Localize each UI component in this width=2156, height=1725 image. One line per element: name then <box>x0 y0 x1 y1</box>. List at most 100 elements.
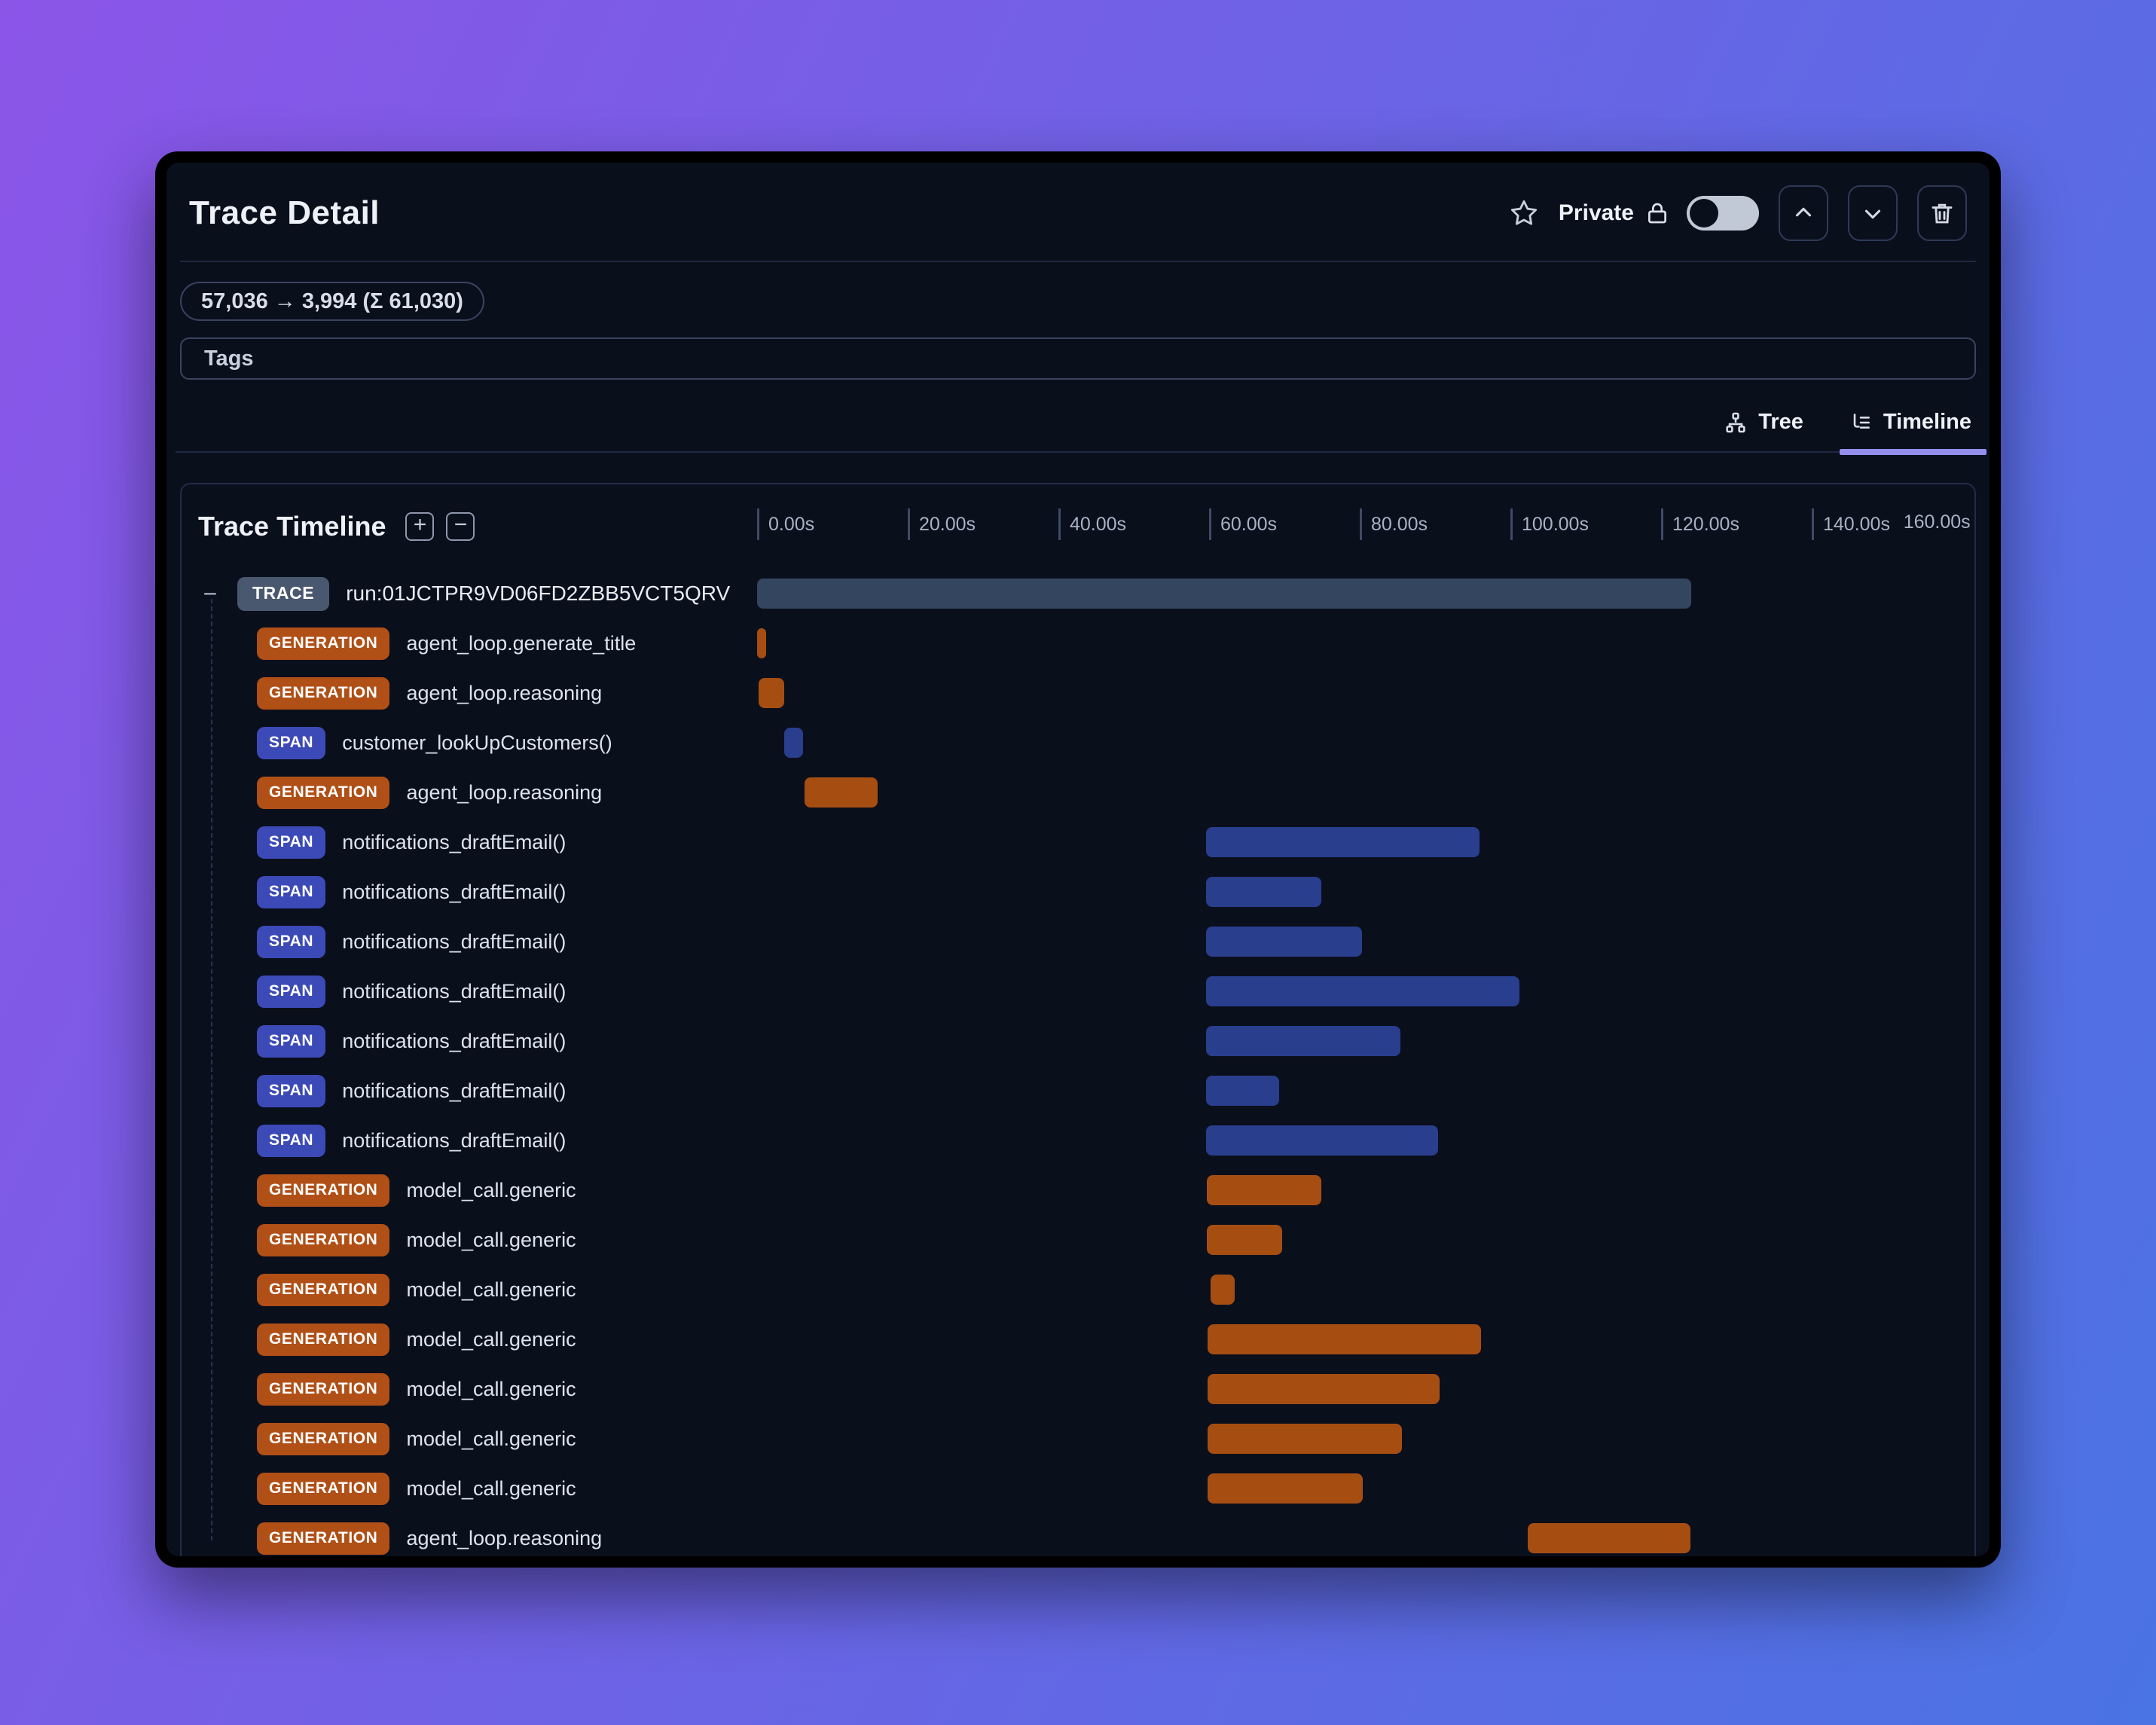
row-label-group: GENERATION model_call.generic <box>257 1364 576 1414</box>
plus-square-icon: + <box>413 512 427 537</box>
row-type-badge: SPAN <box>257 975 326 1008</box>
duration-bar[interactable] <box>1208 1424 1402 1454</box>
timeline-row[interactable]: SPAN notifications_draftEmail() <box>182 1066 1974 1116</box>
duration-bar[interactable] <box>805 777 878 808</box>
duration-bar[interactable] <box>1207 1225 1282 1255</box>
timeline-row[interactable]: SPAN notifications_draftEmail() <box>182 966 1974 1016</box>
timeline-card-header: Trace Timeline + − 160.00s 0.00s 20.00s … <box>182 484 1974 569</box>
row-track <box>757 1125 1962 1156</box>
row-label-group: SPAN notifications_draftEmail() <box>257 917 566 966</box>
axis-tick: 20.00s <box>908 508 976 540</box>
row-type-badge: SPAN <box>257 925 326 958</box>
row-track <box>757 927 1962 957</box>
row-type-badge: SPAN <box>257 726 326 759</box>
timeline-row[interactable]: SPAN notifications_draftEmail() <box>182 867 1974 917</box>
row-name: model_call.generic <box>406 1327 576 1351</box>
row-name: customer_lookUpCustomers() <box>342 731 612 754</box>
timeline-row[interactable]: − TRACE run:01JCTPR9VD06FD2ZBB5VCT5QRV <box>182 569 1974 618</box>
trace-detail-window: Trace Detail Private 57,036 → 3,994 (Σ 6… <box>155 151 2001 1568</box>
row-label-group: GENERATION model_call.generic <box>257 1314 576 1364</box>
privacy-toggle[interactable] <box>1687 196 1759 231</box>
tab-tree[interactable]: Tree <box>1719 399 1808 451</box>
tick-mark <box>1510 508 1513 540</box>
row-track <box>757 976 1962 1006</box>
tick-label: 120.00s <box>1672 513 1739 535</box>
row-type-badge: GENERATION <box>257 1422 390 1455</box>
row-name: notifications_draftEmail() <box>342 1029 566 1052</box>
timeline-row[interactable]: SPAN notifications_draftEmail() <box>182 917 1974 966</box>
tick-label: 0.00s <box>768 513 815 535</box>
row-label-group: GENERATION model_call.generic <box>257 1215 576 1265</box>
timeline-row[interactable]: GENERATION agent_loop.reasoning <box>182 1513 1974 1556</box>
row-track <box>757 827 1962 857</box>
timeline-row[interactable]: GENERATION model_call.generic <box>182 1165 1974 1215</box>
row-label-group: GENERATION model_call.generic <box>257 1464 576 1513</box>
duration-bar[interactable] <box>759 678 784 708</box>
star-icon <box>1509 198 1539 228</box>
duration-bar[interactable] <box>1206 1026 1400 1056</box>
timeline-row[interactable]: SPAN notifications_draftEmail() <box>182 1116 1974 1165</box>
timeline-row[interactable]: GENERATION model_call.generic <box>182 1414 1974 1464</box>
row-type-badge: GENERATION <box>257 1273 390 1306</box>
duration-bar[interactable] <box>784 728 803 758</box>
row-track <box>757 579 1962 609</box>
timeline-row[interactable]: GENERATION agent_loop.reasoning <box>182 768 1974 817</box>
duration-bar[interactable] <box>1206 1076 1279 1106</box>
timeline-row[interactable]: SPAN notifications_draftEmail() <box>182 1016 1974 1066</box>
collapse-up-button[interactable] <box>1779 185 1828 241</box>
duration-bar[interactable] <box>1206 927 1362 957</box>
tick-label: 140.00s <box>1823 513 1890 535</box>
row-track <box>757 877 1962 907</box>
duration-bar[interactable] <box>1208 1324 1481 1354</box>
row-name: model_call.generic <box>406 1377 576 1400</box>
trash-icon <box>1928 200 1956 227</box>
axis-tick: 40.00s <box>1058 508 1126 540</box>
tab-tree-label: Tree <box>1758 410 1803 434</box>
timeline-row[interactable]: GENERATION model_call.generic <box>182 1364 1974 1414</box>
token-usage-badge: 57,036 → 3,994 (Σ 61,030) <box>180 282 484 321</box>
timeline-row[interactable]: GENERATION agent_loop.generate_title <box>182 618 1974 668</box>
tags-input[interactable]: Tags <box>180 337 1976 380</box>
duration-bar[interactable] <box>1211 1275 1235 1305</box>
duration-bar[interactable] <box>1206 877 1321 907</box>
tab-timeline[interactable]: Timeline <box>1839 399 1987 455</box>
row-track <box>757 1424 1962 1454</box>
header-controls: Private <box>1509 185 1967 241</box>
timeline-row[interactable]: SPAN customer_lookUpCustomers() <box>182 718 1974 768</box>
timeline-row[interactable]: GENERATION model_call.generic <box>182 1265 1974 1314</box>
duration-bar[interactable] <box>1206 827 1480 857</box>
row-type-badge: GENERATION <box>257 1323 390 1356</box>
duration-bar[interactable] <box>1206 1125 1438 1156</box>
timeline-row[interactable]: GENERATION agent_loop.reasoning <box>182 668 1974 718</box>
duration-bar[interactable] <box>1208 1473 1363 1504</box>
row-label-group: GENERATION model_call.generic <box>257 1265 576 1314</box>
row-name: model_call.generic <box>406 1476 576 1500</box>
collapse-all-button[interactable]: − <box>446 512 475 541</box>
duration-bar[interactable] <box>757 579 1691 609</box>
duration-bar[interactable] <box>757 628 766 658</box>
row-name: agent_loop.reasoning <box>406 1526 603 1549</box>
duration-bar[interactable] <box>1207 1175 1321 1205</box>
collapse-down-button[interactable] <box>1848 185 1898 241</box>
row-name: model_call.generic <box>406 1178 576 1201</box>
duration-bar[interactable] <box>1208 1374 1440 1404</box>
axis-tick: 120.00s <box>1661 508 1739 540</box>
axis-tick: 100.00s <box>1510 508 1589 540</box>
tick-label: 40.00s <box>1070 513 1127 535</box>
timeline-row[interactable]: GENERATION model_call.generic <box>182 1464 1974 1513</box>
axis-tick: 80.00s <box>1360 508 1428 540</box>
expand-all-button[interactable]: + <box>405 512 435 541</box>
timeline-row[interactable]: GENERATION model_call.generic <box>182 1215 1974 1265</box>
row-type-badge: GENERATION <box>257 1174 390 1207</box>
timeline-row[interactable]: SPAN notifications_draftEmail() <box>182 817 1974 867</box>
row-label-group: SPAN notifications_draftEmail() <box>257 867 566 917</box>
axis-end-label: 160.00s <box>1903 511 1971 533</box>
row-name: notifications_draftEmail() <box>342 830 566 853</box>
delete-button[interactable] <box>1917 185 1967 241</box>
duration-bar[interactable] <box>1206 976 1519 1006</box>
row-track <box>757 1275 1962 1305</box>
collapse-trace-toggle[interactable]: − <box>200 580 221 608</box>
favorite-button[interactable] <box>1509 198 1539 228</box>
timeline-row[interactable]: GENERATION model_call.generic <box>182 1314 1974 1364</box>
duration-bar[interactable] <box>1528 1523 1690 1553</box>
